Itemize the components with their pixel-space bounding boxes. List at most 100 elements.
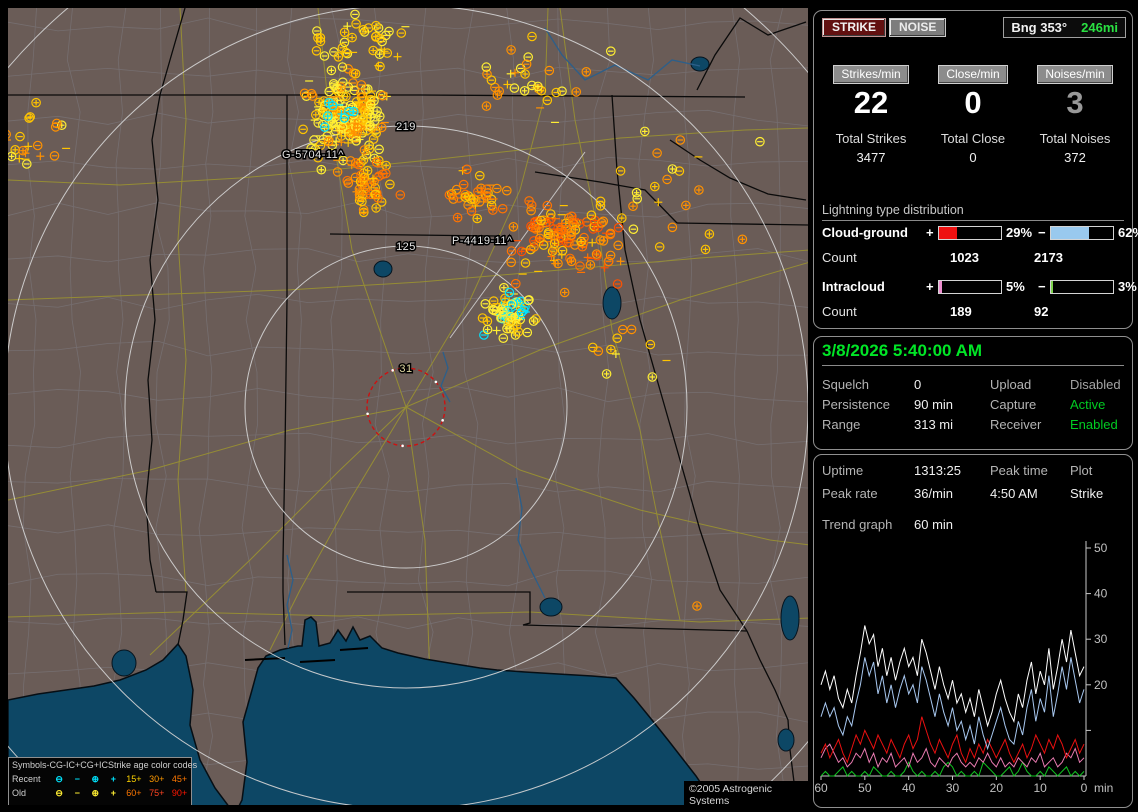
distribution-title: Lightning type distribution bbox=[822, 203, 1124, 221]
status-row-squelch: Squelch 0 Upload Disabled bbox=[822, 377, 1126, 395]
legend-row-recent-label: Recent bbox=[12, 774, 41, 784]
strike-mode-button[interactable]: STRIKE bbox=[822, 18, 887, 37]
close-per-min-label[interactable]: Close/min bbox=[938, 65, 1008, 84]
ic-positive-bar bbox=[938, 280, 1002, 294]
legend-row-old-label: Old bbox=[12, 788, 27, 798]
count-label: Count bbox=[822, 304, 857, 319]
total-strikes-label: Total Strikes bbox=[835, 131, 907, 146]
trend-graph-row: Trend graph 60 min bbox=[822, 517, 1126, 535]
receiver-state: Enabled bbox=[1070, 417, 1118, 432]
circle-minus-icon: ⊖ bbox=[55, 788, 63, 798]
bearing-value: Bng 353° bbox=[1011, 20, 1068, 35]
noises-per-min-value: 3 bbox=[1066, 85, 1084, 120]
y-tick-label: 30 bbox=[1094, 632, 1108, 646]
intracloud-label: Intracloud bbox=[822, 279, 885, 294]
range-label: Range bbox=[822, 417, 861, 432]
range-ring-label-219: 219 bbox=[396, 121, 416, 133]
total-noises-label: Total Noises bbox=[1039, 131, 1111, 146]
age-code-15: 15+ bbox=[126, 774, 142, 784]
trend-graph-window[interactable]: 60 min bbox=[914, 517, 953, 532]
legend-header-symbols: Symbols bbox=[12, 760, 47, 770]
plus-icon: + bbox=[110, 788, 117, 798]
cg-positive-pct: 29% bbox=[1006, 225, 1033, 240]
noises-per-min-label[interactable]: Noises/min bbox=[1037, 65, 1113, 84]
trend-series-pink bbox=[820, 743, 1085, 769]
date-time: 3/8/2026 5:40:00 AM bbox=[822, 341, 1124, 366]
age-code-30: 30+ bbox=[149, 774, 165, 784]
plus-sign: + bbox=[926, 279, 934, 294]
cloud-ground-count-row: Count 1023 2173 bbox=[822, 250, 1063, 265]
peak-rate-value: 36/min bbox=[914, 486, 954, 501]
trend-series-light-blue bbox=[820, 657, 1085, 751]
map-canvas[interactable]: 31 125 219 G-5704-11^ P-4419-11^ bbox=[8, 8, 808, 805]
strikes-per-min-label[interactable]: Strikes/min bbox=[833, 65, 909, 84]
persistence-value: 90 min bbox=[914, 397, 954, 412]
total-close-label: Total Close bbox=[940, 131, 1006, 146]
legend-header-neg-ic: -IC bbox=[63, 760, 76, 770]
legend-header-pos-cg: +CG bbox=[75, 760, 94, 770]
trend-chart: 50 40 30 20 60 50 40 30 20 10 0 min bbox=[814, 541, 1113, 795]
intracloud-row: Intracloud + 5% − 3% bbox=[822, 279, 1137, 295]
x-tick-label: 40 bbox=[902, 781, 916, 795]
x-axis-unit: min bbox=[1094, 781, 1113, 795]
age-code-90: 90+ bbox=[171, 788, 188, 798]
ic-negative-bar bbox=[1050, 280, 1114, 294]
bearing-distance: 246mi bbox=[1081, 20, 1118, 35]
ic-positive-pct: 5% bbox=[1006, 279, 1025, 294]
upload-label: Upload bbox=[990, 377, 1032, 392]
minus-sign: − bbox=[1038, 279, 1046, 294]
total-strikes-value: 3477 bbox=[856, 150, 886, 165]
range-ring-label-31: 31 bbox=[399, 363, 412, 375]
uptime-value: 1313:25 bbox=[914, 463, 961, 478]
range-value: 313 mi bbox=[914, 417, 954, 432]
intracloud-count-row: Count 189 92 bbox=[822, 304, 1048, 319]
age-code-75: 75+ bbox=[149, 788, 165, 798]
storm-cell-label-0: G-5704-11^ bbox=[282, 149, 344, 161]
cg-negative-bar bbox=[1050, 226, 1114, 240]
squelch-value: 0 bbox=[914, 377, 922, 392]
squelch-label: Squelch bbox=[822, 377, 869, 392]
y-tick-label: 40 bbox=[1094, 587, 1108, 601]
receiver-label: Receiver bbox=[990, 417, 1042, 432]
trend-panel: Uptime 1313:25 Peak time Plot Peak rate … bbox=[813, 454, 1133, 808]
strike-stats-panel: STRIKE NOISE Bng 353° 246mi Strikes/min 2… bbox=[813, 10, 1138, 329]
cloud-ground-row: Cloud-ground + 29% − 62% bbox=[822, 225, 1138, 241]
range-ring-label-125: 125 bbox=[396, 241, 416, 253]
plus-sign: + bbox=[926, 225, 934, 240]
ic-positive-count: 189 bbox=[950, 304, 972, 319]
plot-mode-value: Strike bbox=[1070, 486, 1104, 501]
app-window: { "window": {"copyright": "©2005 Astroge… bbox=[0, 0, 1138, 812]
x-tick-label: 0 bbox=[1081, 781, 1088, 795]
info-row-peak-rate: Peak rate 36/min 4:50 AM Strike bbox=[822, 486, 1126, 504]
plot-label: Plot bbox=[1070, 463, 1093, 478]
close-per-min-counter: Close/min 0 Total Close 0 bbox=[922, 65, 1024, 165]
legend-header-neg-cg: -CG bbox=[46, 760, 64, 770]
rate-counters: Strikes/min 22 Total Strikes 3477 Close/… bbox=[820, 65, 1126, 165]
trend-graph-label: Trend graph bbox=[822, 517, 893, 532]
legend-header-age-codes: Strike age color codes bbox=[108, 760, 198, 770]
cg-positive-bar bbox=[938, 226, 1002, 240]
bearing-readout: Bng 353° 246mi bbox=[1003, 17, 1126, 38]
status-row-range: Range 313 mi Receiver Enabled bbox=[822, 417, 1126, 435]
ic-negative-count: 92 bbox=[1034, 304, 1049, 319]
close-per-min-value: 0 bbox=[964, 85, 982, 120]
uptime-label: Uptime bbox=[822, 463, 864, 478]
count-label: Count bbox=[822, 250, 857, 265]
storm-cell-label-1: P-4419-11^ bbox=[452, 235, 513, 247]
minus-sign: − bbox=[1038, 225, 1046, 240]
trend-series-green bbox=[820, 761, 1085, 777]
radar-map[interactable]: 31 125 219 G-5704-11^ P-4419-11^ Symbols -CG… bbox=[8, 8, 808, 805]
peak-time-value: 4:50 AM bbox=[990, 486, 1038, 501]
symbol-legend: Symbols -CG -IC +CG +IC Strike age color… bbox=[8, 757, 197, 805]
peak-rate-label: Peak rate bbox=[822, 486, 878, 501]
minus-icon: − bbox=[74, 774, 80, 784]
noise-mode-button[interactable]: NOISE bbox=[889, 18, 947, 37]
x-tick-label: 30 bbox=[946, 781, 960, 795]
persistence-label: Persistence bbox=[822, 397, 890, 412]
peak-time-label: Peak time bbox=[990, 463, 1048, 478]
status-panel: 3/8/2026 5:40:00 AM Squelch 0 Upload Dis… bbox=[813, 336, 1133, 450]
cloud-ground-label: Cloud-ground bbox=[822, 225, 908, 240]
circle-plus-icon: ⊕ bbox=[91, 788, 100, 798]
strikes-per-min-value: 22 bbox=[853, 85, 889, 120]
ic-negative-pct: 3% bbox=[1118, 279, 1137, 294]
